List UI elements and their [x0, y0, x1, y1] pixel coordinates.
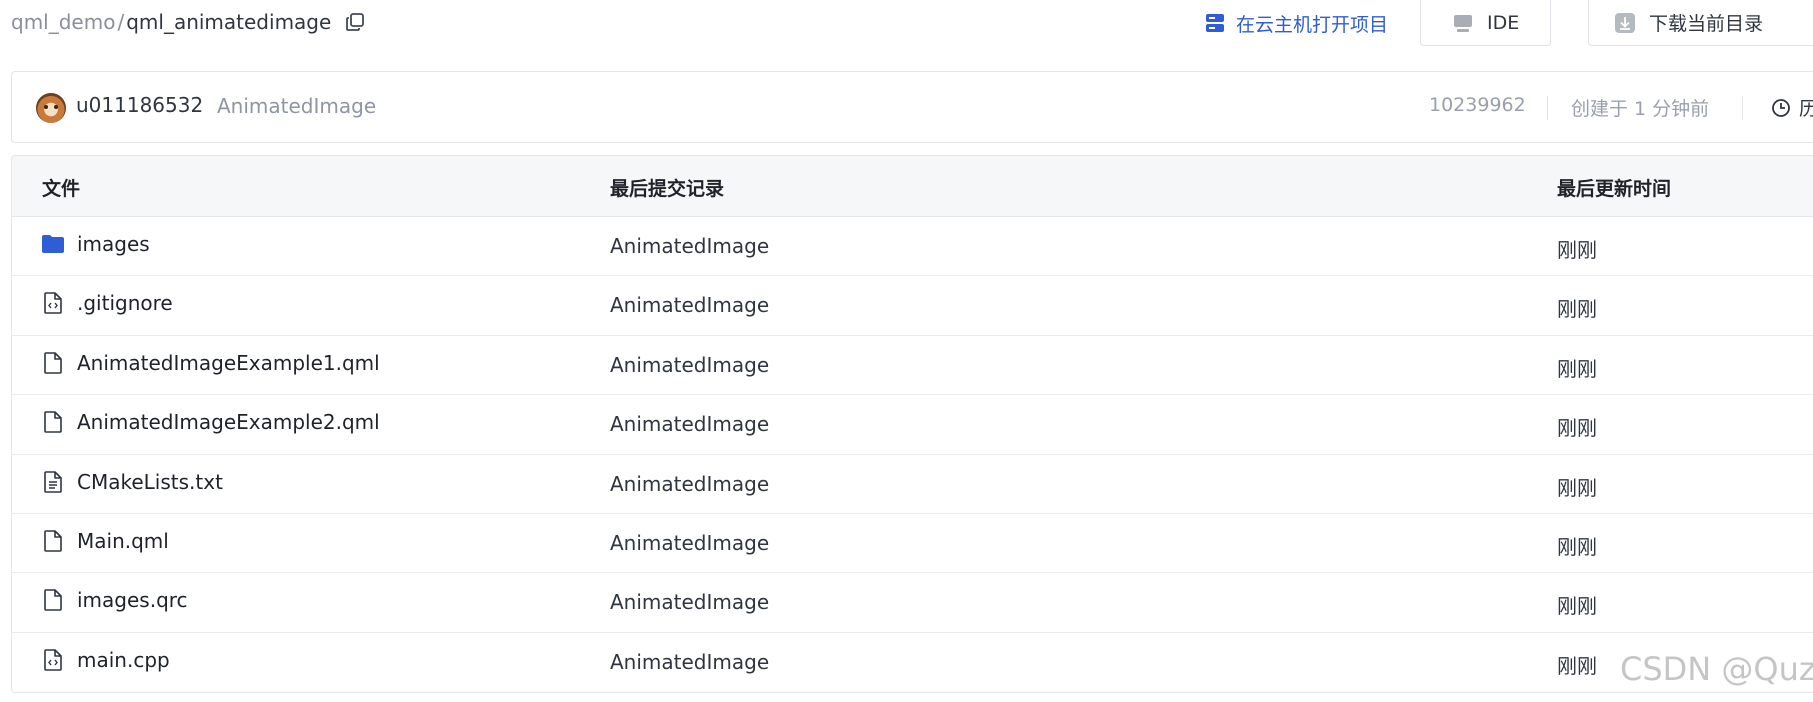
file-name-link[interactable]: CMakeLists.txt [42, 470, 223, 494]
top-bar: qml_demo / qml_animatedimage 在云主机打开项目 ID… [0, 0, 1813, 46]
file-icon [42, 410, 64, 434]
file-table: 文件 最后提交记录 最后更新时间 images AnimatedImage 刚刚 .g… [11, 155, 1813, 693]
table-row[interactable]: images AnimatedImage 刚刚 [12, 217, 1813, 277]
file-name-link[interactable]: AnimatedImageExample1.qml [42, 351, 380, 375]
commit-message[interactable]: AnimatedImage [217, 94, 376, 118]
row-commit-message[interactable]: AnimatedImage [610, 590, 769, 614]
file-name-link[interactable]: .gitignore [42, 291, 173, 315]
watermark: CSDN @Quz [1620, 650, 1813, 688]
table-row[interactable]: AnimatedImageExample1.qml AnimatedImage 刚刚 [12, 336, 1813, 396]
file-name-link[interactable]: images.qrc [42, 588, 188, 612]
row-updated-time: 刚刚 [1557, 653, 1597, 678]
row-commit-message[interactable]: AnimatedImage [610, 412, 769, 436]
row-commit-message[interactable]: AnimatedImage [610, 531, 769, 555]
file-name: AnimatedImageExample1.qml [77, 350, 380, 375]
ide-label: IDE [1487, 11, 1520, 34]
file-name: images.qrc [77, 588, 188, 613]
breadcrumb-separator: / [117, 10, 125, 34]
history-label: 历 [1799, 98, 1813, 120]
table-header: 文件 最后提交记录 最后更新时间 [12, 156, 1813, 217]
column-header-last-commit: 最后提交记录 [610, 178, 725, 200]
column-header-file: 文件 [42, 178, 81, 200]
latest-commit-bar: u011186532 AnimatedImage 10239962 创建于 1 … [11, 71, 1813, 143]
breadcrumb-parent-link[interactable]: qml_demo [11, 10, 115, 34]
table-row[interactable]: images.qrc AnimatedImage 刚刚 [12, 573, 1813, 633]
folder-icon [42, 232, 64, 256]
download-directory-button[interactable]: 下载当前目录 [1588, 0, 1813, 46]
text-file-icon [42, 470, 64, 494]
row-updated-time: 刚刚 [1557, 534, 1597, 559]
server-icon [1204, 12, 1226, 34]
clock-icon [1771, 98, 1791, 118]
file-name-link[interactable]: main.cpp [42, 648, 170, 672]
breadcrumb-current: qml_animatedimage [126, 10, 332, 34]
table-row[interactable]: CMakeLists.txt AnimatedImage 刚刚 [12, 455, 1813, 514]
commit-created-time: 创建于 1 分钟前 [1571, 98, 1710, 120]
avatar[interactable] [36, 93, 66, 123]
divider [1742, 96, 1743, 120]
table-row[interactable]: main.cpp AnimatedImage 刚刚 [12, 633, 1813, 692]
file-name: CMakeLists.txt [77, 469, 223, 494]
commit-author[interactable]: u011186532 [76, 93, 203, 117]
commit-hash[interactable]: 10239962 [1429, 94, 1526, 116]
code-file-icon [42, 291, 64, 315]
row-commit-message[interactable]: AnimatedImage [610, 234, 769, 258]
row-updated-time: 刚刚 [1557, 475, 1597, 500]
row-commit-message[interactable]: AnimatedImage [610, 650, 769, 674]
copy-icon[interactable] [345, 12, 365, 32]
row-updated-time: 刚刚 [1557, 297, 1597, 322]
download-directory-label: 下载当前目录 [1649, 13, 1764, 35]
file-icon [42, 529, 64, 553]
breadcrumb: qml_demo / qml_animatedimage [11, 10, 365, 34]
open-in-cloud-host-button[interactable]: 在云主机打开项目 [1204, 8, 1388, 38]
file-name: AnimatedImageExample2.qml [77, 410, 380, 435]
code-file-icon [42, 648, 64, 672]
file-name-link[interactable]: images [42, 232, 150, 256]
history-button[interactable]: 历 [1771, 94, 1813, 121]
download-icon [1615, 12, 1635, 33]
table-row[interactable]: AnimatedImageExample2.qml AnimatedImage 刚刚 [12, 395, 1813, 455]
row-commit-message[interactable]: AnimatedImage [610, 472, 769, 496]
open-in-cloud-host-label: 在云主机打开项目 [1236, 13, 1389, 36]
row-commit-message[interactable]: AnimatedImage [610, 353, 769, 377]
file-name: images [77, 232, 150, 256]
row-updated-time: 刚刚 [1557, 416, 1597, 441]
row-updated-time: 刚刚 [1557, 238, 1597, 262]
table-row[interactable]: .gitignore AnimatedImage 刚刚 [12, 276, 1813, 336]
column-header-updated: 最后更新时间 [1557, 178, 1672, 200]
row-updated-time: 刚刚 [1557, 594, 1597, 619]
table-row[interactable]: Main.qml AnimatedImage 刚刚 [12, 514, 1813, 574]
file-name: .gitignore [77, 291, 173, 316]
file-name-link[interactable]: Main.qml [42, 529, 169, 553]
row-commit-message[interactable]: AnimatedImage [610, 293, 769, 317]
row-updated-time: 刚刚 [1557, 356, 1597, 381]
ide-button[interactable]: IDE [1420, 0, 1551, 46]
file-name-link[interactable]: AnimatedImageExample2.qml [42, 410, 380, 434]
monitor-icon [1453, 13, 1473, 33]
file-icon [42, 588, 64, 612]
divider [1547, 96, 1548, 120]
file-name: Main.qml [77, 528, 169, 553]
file-name: main.cpp [77, 647, 170, 672]
file-icon [42, 351, 64, 375]
